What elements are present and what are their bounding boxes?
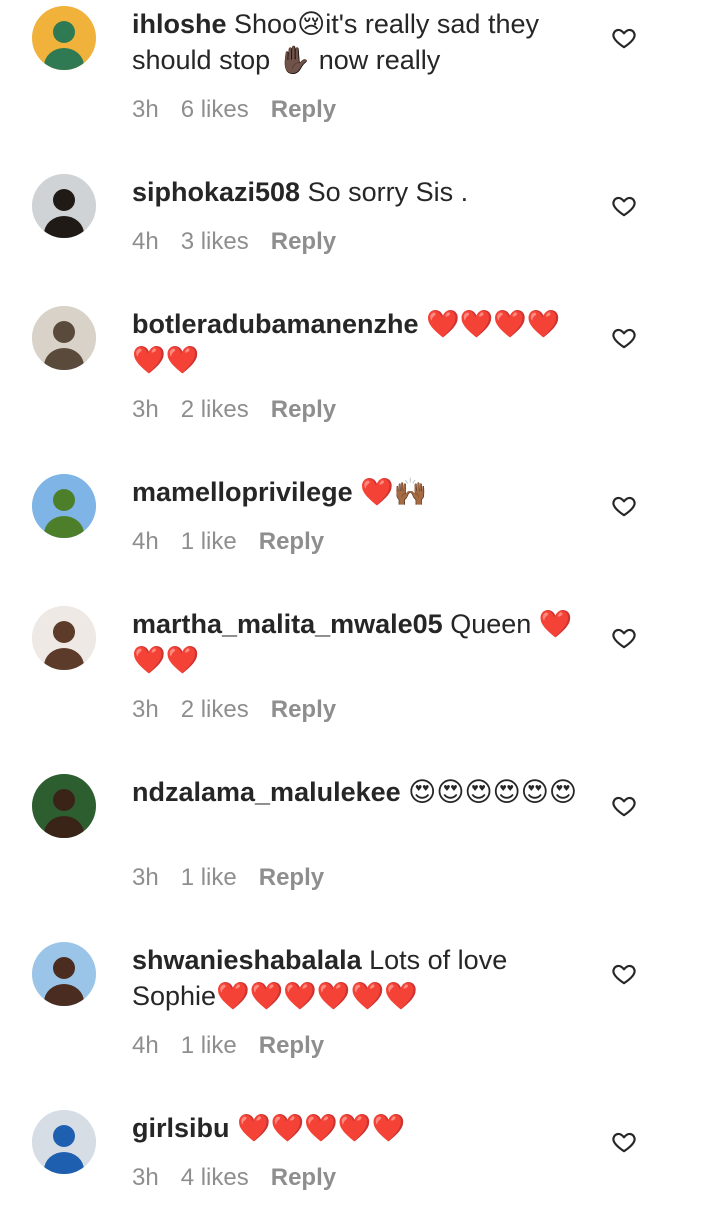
comment-username[interactable]: ndzalama_malulekee xyxy=(132,777,401,807)
comment-username[interactable]: siphokazi508 xyxy=(132,177,300,207)
comment-meta: 4h 3 likes Reply xyxy=(132,227,358,257)
comment-timestamp: 3h xyxy=(132,1164,159,1191)
comment-text: ❤️❤️❤️❤️❤️ xyxy=(237,1113,406,1143)
comment-meta: 3h 2 likes Reply xyxy=(132,695,358,725)
avatar[interactable] xyxy=(32,1110,96,1174)
like-heart-icon[interactable] xyxy=(610,1128,638,1156)
like-heart-icon[interactable] xyxy=(610,324,638,352)
comment-item: shwanieshabalala Lots of love Sophie❤️❤️… xyxy=(0,942,720,1110)
comment-likes-count[interactable]: 2 likes xyxy=(181,395,249,425)
comment-timestamp: 3h xyxy=(132,396,159,423)
comment-text: So sorry Sis . xyxy=(307,177,469,207)
reply-button[interactable]: Reply xyxy=(271,1163,336,1193)
comment-item: ndzalama_malulekee 😍😍😍😍😍😍 3h 1 like Reply xyxy=(0,774,720,942)
comment-timestamp: 4h xyxy=(132,228,159,255)
avatar[interactable] xyxy=(32,606,96,670)
like-heart-icon[interactable] xyxy=(610,792,638,820)
comment-likes-count[interactable]: 4 likes xyxy=(181,1163,249,1193)
like-heart-icon[interactable] xyxy=(610,960,638,988)
comment-timestamp: 3h xyxy=(132,696,159,723)
reply-button[interactable]: Reply xyxy=(271,227,336,257)
comment-text: 😍😍😍😍😍😍 xyxy=(408,777,578,807)
comment-likes-count[interactable]: 6 likes xyxy=(181,95,249,125)
comment-username[interactable]: girlsibu xyxy=(132,1113,230,1143)
comment-item: botleradubamanenzhe ❤️❤️❤️❤️❤️❤️ 3h 2 like… xyxy=(0,306,720,474)
comment-likes-count[interactable]: 1 like xyxy=(181,527,237,557)
comment-username[interactable]: martha_malita_mwale05 xyxy=(132,609,443,639)
comment-meta: 4h 1 like Reply xyxy=(132,527,346,557)
avatar[interactable] xyxy=(32,774,96,838)
avatar[interactable] xyxy=(32,474,96,538)
comment-likes-count[interactable]: 2 likes xyxy=(181,695,249,725)
comment-item: siphokazi508 So sorry Sis . 4h 3 likes Repl… xyxy=(0,174,720,306)
like-heart-icon[interactable] xyxy=(610,624,638,652)
reply-button[interactable]: Reply xyxy=(271,395,336,425)
reply-button[interactable]: Reply xyxy=(271,695,336,725)
comments-list: ihloshe Shoo😢it's really sad they should… xyxy=(0,0,720,1191)
comment-likes-count[interactable]: 3 likes xyxy=(181,227,249,257)
comment-meta: 3h 1 like Reply xyxy=(132,863,346,893)
avatar[interactable] xyxy=(32,306,96,370)
comment-likes-count[interactable]: 1 like xyxy=(181,1031,237,1061)
comment-username[interactable]: ihloshe xyxy=(132,9,227,39)
reply-button[interactable]: Reply xyxy=(259,1031,324,1061)
avatar[interactable] xyxy=(32,6,96,70)
reply-button[interactable]: Reply xyxy=(259,863,324,893)
comment-username[interactable]: botleradubamanenzhe xyxy=(132,309,419,339)
comment-username[interactable]: shwanieshabalala xyxy=(132,945,362,975)
comment-meta: 4h 1 like Reply xyxy=(132,1031,346,1061)
avatar[interactable] xyxy=(32,174,96,238)
comment-item: martha_malita_mwale05 Queen ❤️❤️❤️ 3h 2 li… xyxy=(0,606,720,774)
comment-item: girlsibu ❤️❤️❤️❤️❤️ 3h 4 likes Reply xyxy=(0,1110,720,1230)
comment-timestamp: 3h xyxy=(132,864,159,891)
comment-timestamp: 4h xyxy=(132,1032,159,1059)
reply-button[interactable]: Reply xyxy=(259,527,324,557)
like-heart-icon[interactable] xyxy=(610,492,638,520)
like-heart-icon[interactable] xyxy=(610,192,638,220)
comment-meta: 3h 4 likes Reply xyxy=(132,1163,358,1193)
comment-likes-count[interactable]: 1 like xyxy=(181,863,237,893)
comment-text: ❤️🙌🏾 xyxy=(360,477,428,507)
comment-timestamp: 3h xyxy=(132,96,159,123)
comment-item: mamelloprivilege ❤️🙌🏾 4h 1 like Reply xyxy=(0,474,720,606)
comment-item: ihloshe Shoo😢it's really sad they should… xyxy=(0,6,720,174)
comment-meta: 3h 2 likes Reply xyxy=(132,395,358,425)
comment-meta: 3h 6 likes Reply xyxy=(132,95,358,125)
avatar[interactable] xyxy=(32,942,96,1006)
comment-username[interactable]: mamelloprivilege xyxy=(132,477,353,507)
comment-timestamp: 4h xyxy=(132,528,159,555)
like-heart-icon[interactable] xyxy=(610,24,638,52)
reply-button[interactable]: Reply xyxy=(271,95,336,125)
